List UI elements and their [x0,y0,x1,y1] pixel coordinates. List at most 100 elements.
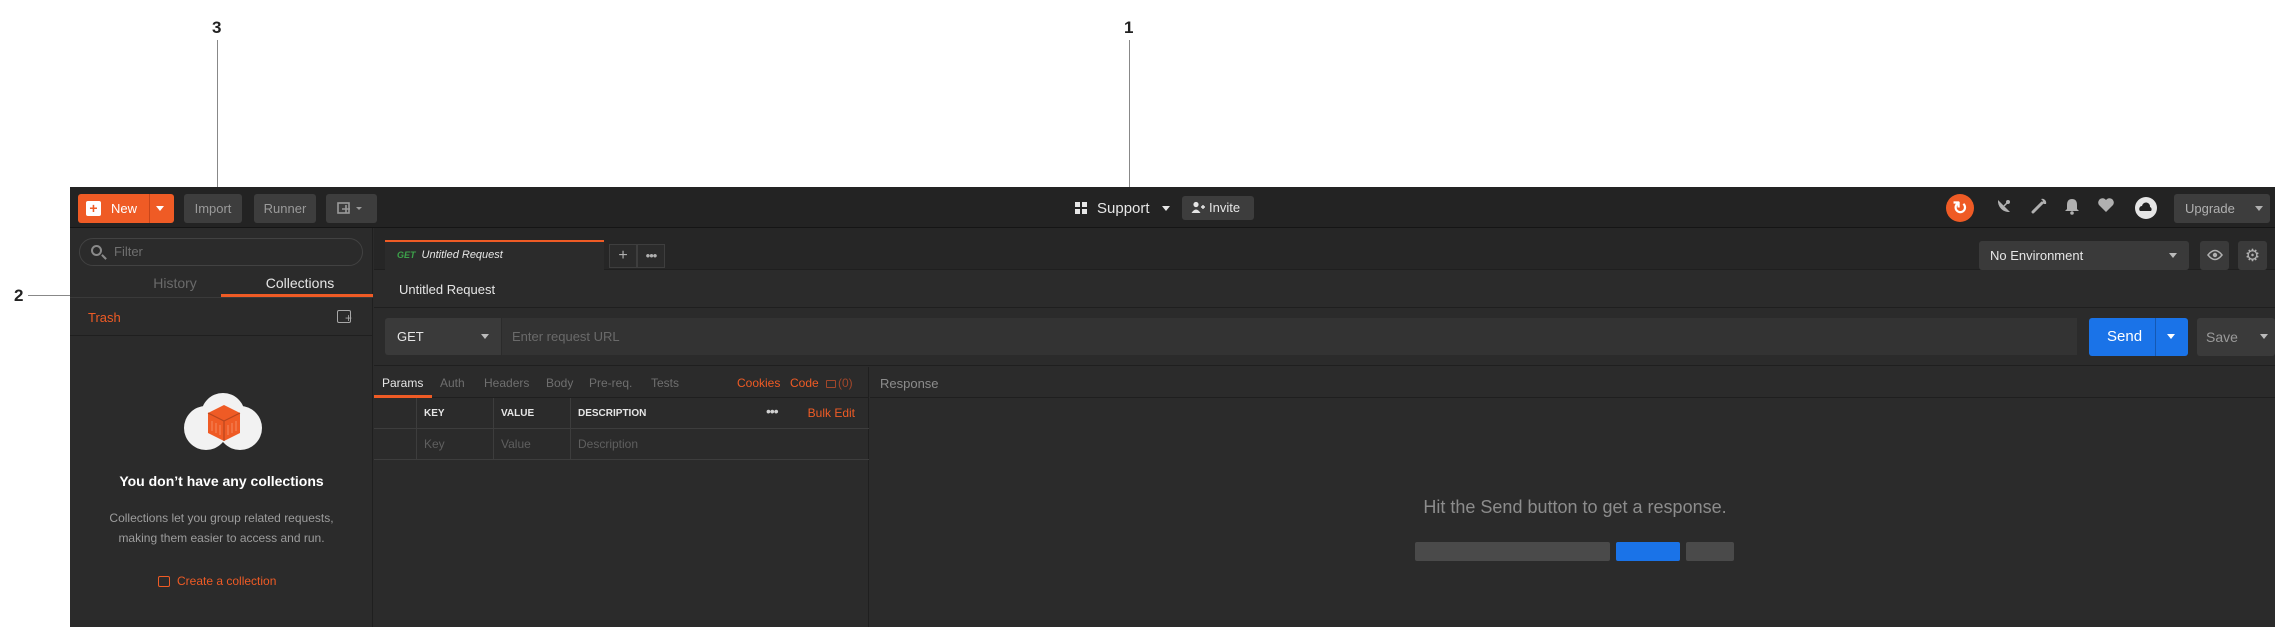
callout-3-line [217,40,218,195]
request-tab-method: GET [397,250,416,260]
key-input[interactable]: Key [416,429,493,460]
gear-icon: ⚙ [2244,246,2261,265]
key-column-header: KEY [416,398,493,429]
environment-quick-look-button[interactable] [2200,241,2229,270]
method-select[interactable]: GET [385,318,501,355]
header-bar: + New Import Runner Support Invite ↻ Upg… [70,187,2275,228]
sidebar: Filter History Collections Trash You don… [70,228,373,627]
sidebar-tabs: History Collections [70,270,373,298]
comment-icon [826,380,836,388]
grid-icon [1075,202,1088,215]
runner-button[interactable]: Runner [254,194,316,223]
chevron-down-icon[interactable] [2260,334,2268,339]
trash-row: Trash [70,298,373,336]
request-tabs: Params Auth Headers Body Pre-req. Tests … [374,367,869,398]
chevron-down-icon[interactable] [2255,206,2263,211]
cookies-link[interactable]: Cookies [737,376,780,390]
url-input[interactable]: Enter request URL [502,318,2077,355]
chevron-down-icon[interactable] [2167,334,2175,339]
heart-icon[interactable] [2097,197,2115,219]
satellite-icon[interactable] [1995,197,2013,221]
comments-button[interactable]: (0) [826,376,853,390]
send-divider [2155,318,2156,356]
tab-body[interactable]: Body [546,376,573,390]
trash-link[interactable]: Trash [88,310,121,325]
callout-1: 1 [1124,18,1134,37]
tab-collections[interactable]: Collections [245,275,355,291]
save-button[interactable]: Save [2197,318,2275,356]
sync-icon[interactable]: ↻ [1946,194,1974,222]
upgrade-label: Upgrade [2185,201,2235,216]
value-input[interactable]: Value [493,429,570,460]
new-button-divider [149,194,150,223]
invite-button[interactable]: Invite [1182,196,1254,220]
new-window-icon [336,202,362,214]
environment-label: No Environment [1990,248,2084,263]
workspace-label: Support [1097,200,1150,217]
add-user-icon [1191,201,1205,213]
params-table: KEY VALUE DESCRIPTION ••• Bulk Edit Key … [374,398,869,460]
environment-select[interactable]: No Environment [1979,241,2189,270]
main-area: GET Untitled Request + ••• No Environment… [374,228,2275,627]
url-row: GET Enter request URL Send Save [374,308,2275,366]
placeholder-bar [1686,542,1734,561]
callout-2: 2 [14,286,24,305]
tab-pre-request[interactable]: Pre-req. [589,376,632,390]
chevron-down-icon [481,334,489,339]
eye-icon [2206,249,2223,261]
checkbox-column-header [374,398,416,429]
placeholder-bar [1415,542,1610,561]
url-placeholder: Enter request URL [512,329,620,344]
new-collection-icon [158,576,170,587]
request-tab-name: Untitled Request [421,249,503,261]
save-label: Save [2206,329,2238,345]
value-column-header: VALUE [493,398,570,429]
response-empty-message: Hit the Send button to get a response. [1423,497,1727,517]
bulk-edit-link[interactable]: Bulk Edit [808,398,855,429]
send-button[interactable]: Send [2089,318,2188,356]
tab-auth[interactable]: Auth [440,376,465,390]
search-icon [91,245,102,256]
description-input[interactable]: Description [570,429,869,460]
row-checkbox-cell [374,429,416,460]
create-collection-link[interactable]: Create a collection [158,574,276,588]
add-tab-button[interactable]: + [609,244,637,268]
new-button-label: New [111,201,138,216]
tab-options-button[interactable]: ••• [637,244,665,268]
tab-tests[interactable]: Tests [651,376,679,390]
comments-count: (0) [838,376,853,390]
empty-state-description: Collections let you group related reques… [109,511,334,545]
request-tab[interactable]: GET Untitled Request [385,240,604,270]
chevron-down-icon[interactable] [156,206,164,211]
tab-params[interactable]: Params [382,376,423,390]
callout-1-line [1129,40,1130,192]
workspace-switcher[interactable]: Support [1075,194,1170,223]
filter-input[interactable]: Filter [79,238,363,266]
params-header-row: KEY VALUE DESCRIPTION ••• Bulk Edit [374,398,869,429]
more-options-icon[interactable]: ••• [766,398,779,425]
bell-icon[interactable] [2064,197,2080,221]
response-pane: Response Hit the Send button to get a re… [870,367,2275,627]
postman-app: + New Import Runner Support Invite ↻ Upg… [70,187,2275,627]
method-label: GET [397,329,424,344]
request-title[interactable]: Untitled Request [399,282,495,297]
new-button[interactable]: + New [78,194,174,223]
callout-3: 3 [212,18,222,37]
request-pane: Params Auth Headers Body Pre-req. Tests … [374,367,869,627]
table-row: Key Value Description [374,429,869,460]
wrench-icon[interactable] [2030,197,2048,221]
cloud-icon[interactable] [2134,196,2158,226]
plus-icon: + [86,201,101,216]
manage-environments-button[interactable]: ⚙ [2238,241,2267,270]
active-tab-indicator [221,294,373,297]
tab-history[interactable]: History [120,275,230,291]
tab-headers[interactable]: Headers [484,376,529,390]
import-button[interactable]: Import [184,194,242,223]
response-header: Response [870,367,2275,398]
code-link[interactable]: Code [790,376,819,390]
send-label: Send [2107,328,2143,345]
new-window-button[interactable] [326,194,377,223]
empty-state-title: You don’t have any collections [119,473,324,489]
new-collection-icon[interactable] [337,310,352,324]
upgrade-button[interactable]: Upgrade [2174,194,2270,223]
